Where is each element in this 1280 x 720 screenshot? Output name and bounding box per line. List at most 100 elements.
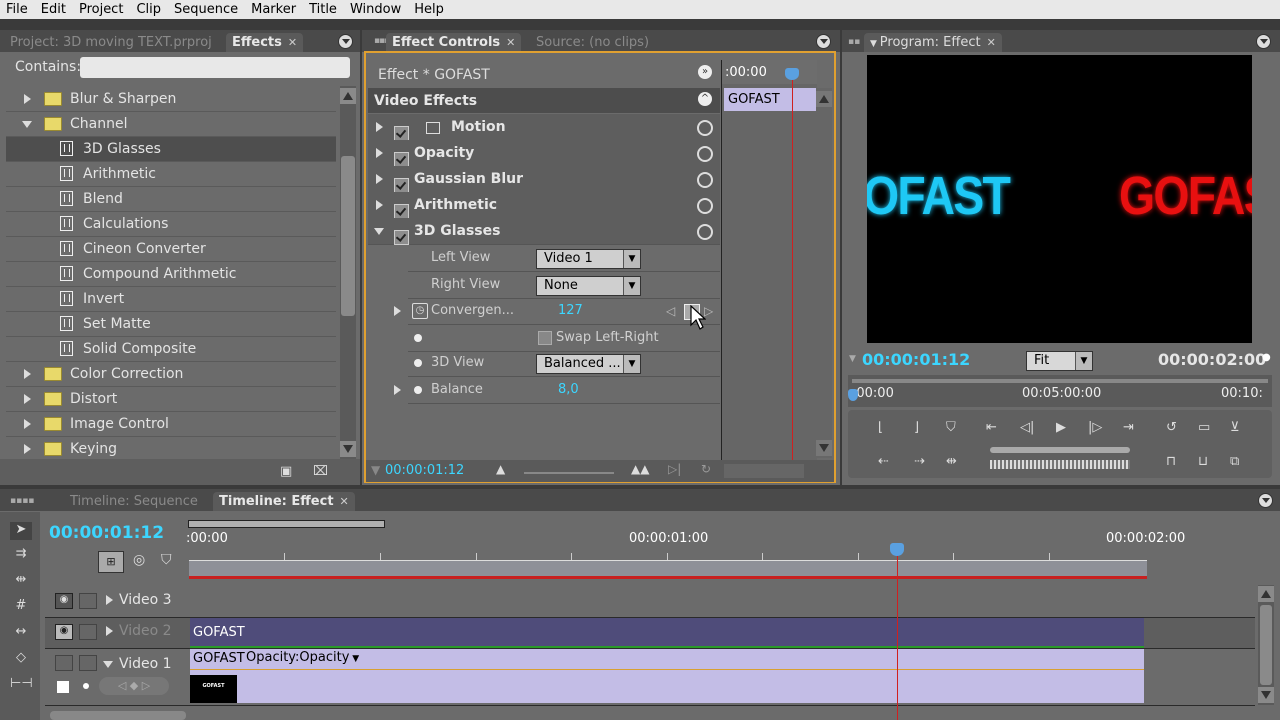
effect-enable-checkbox[interactable] bbox=[394, 177, 409, 193]
jog-wheel[interactable] bbox=[990, 460, 1130, 469]
clip-gofast-video-2[interactable]: GOFAST bbox=[190, 618, 1144, 648]
ec-timecode[interactable]: 00:00:01:12 bbox=[385, 463, 464, 478]
timeline-zoom-bar[interactable] bbox=[189, 560, 1147, 576]
contains-search-input[interactable] bbox=[80, 57, 350, 78]
effects-scrollbar[interactable] bbox=[340, 86, 356, 459]
shuttle-slider[interactable] bbox=[990, 447, 1130, 453]
ripple-edit-tool-icon[interactable]: ⇹ bbox=[10, 572, 32, 590]
scroll-up-icon[interactable] bbox=[1258, 586, 1274, 602]
scroll-up-icon[interactable] bbox=[816, 91, 832, 107]
expand-icon[interactable] bbox=[376, 174, 383, 184]
play-in-to-out-icon[interactable]: ⇹ bbox=[946, 454, 957, 469]
clip-gofast-video-1[interactable]: GOFAST Opacity:Opacity ▼ GOFAST bbox=[190, 649, 1144, 703]
slip-tool-icon[interactable]: ⊢⊣ bbox=[10, 676, 33, 694]
go-to-next-marker-icon[interactable]: ⇢ bbox=[914, 454, 925, 469]
step-forward-icon[interactable]: |▷ bbox=[1088, 420, 1102, 435]
play-audio-icon[interactable]: ▷| bbox=[668, 462, 681, 476]
loop-icon[interactable]: ↺ bbox=[1166, 420, 1177, 435]
expand-icon[interactable] bbox=[106, 626, 113, 636]
menu-clip[interactable]: Clip bbox=[130, 2, 168, 17]
effect-row-3d-glasses[interactable]: 3D Glasses bbox=[368, 218, 720, 245]
go-to-prev-marker-icon[interactable]: ⇠ bbox=[878, 454, 889, 469]
playhead-handle-icon[interactable] bbox=[848, 389, 858, 401]
effect-enable-checkbox[interactable] bbox=[394, 151, 409, 167]
tab-program[interactable]: ▼ Program: Effect ✕ bbox=[864, 33, 1002, 52]
expand-icon[interactable] bbox=[24, 444, 31, 454]
zoom-out-icon[interactable]: ▲ bbox=[496, 462, 505, 476]
expand-icon[interactable] bbox=[24, 369, 31, 379]
ec-mini-ruler[interactable]: :00:00 bbox=[722, 60, 817, 84]
menu-help[interactable]: Help bbox=[408, 2, 451, 17]
scroll-down-icon[interactable] bbox=[340, 441, 356, 457]
collapse-icon[interactable]: ^ bbox=[698, 92, 712, 106]
tab-timeline-effect[interactable]: Timeline: Effect ✕ bbox=[213, 492, 355, 511]
go-to-in-icon[interactable]: ⇤ bbox=[986, 420, 997, 435]
reset-icon[interactable] bbox=[697, 172, 713, 188]
toggle-timeline-icon[interactable]: » bbox=[698, 65, 712, 79]
reset-icon[interactable] bbox=[697, 198, 713, 214]
output-icon[interactable]: ⊻ bbox=[1230, 420, 1240, 435]
rolling-edit-tool-icon[interactable]: # bbox=[10, 598, 32, 616]
clip-fx-menu[interactable]: Opacity:Opacity ▼ bbox=[246, 649, 359, 667]
collapse-icon[interactable] bbox=[22, 121, 32, 128]
swap-left-right-checkbox[interactable] bbox=[538, 331, 552, 345]
safe-margins-icon[interactable]: ▭ bbox=[1198, 420, 1210, 435]
tab-effect-controls[interactable]: Effect Controls ✕ bbox=[386, 33, 522, 52]
extract-icon[interactable]: ⊔ bbox=[1198, 454, 1208, 469]
convergence-value[interactable]: 127 bbox=[558, 298, 583, 324]
scroll-thumb[interactable] bbox=[341, 156, 355, 316]
effects-item[interactable]: Invert bbox=[6, 287, 336, 312]
menu-file[interactable]: File bbox=[0, 2, 35, 17]
grip-icon[interactable]: ▪▪▪▪ bbox=[10, 496, 34, 506]
close-icon[interactable]: ✕ bbox=[288, 36, 297, 49]
trim-icon[interactable]: ⧉ bbox=[1230, 454, 1239, 469]
menu-window[interactable]: Window bbox=[344, 2, 408, 17]
program-ruler[interactable]: :00:00 00:05:00:00 00:10: bbox=[848, 375, 1272, 407]
expand-icon[interactable] bbox=[376, 122, 383, 132]
new-bin-icon[interactable]: ▣ bbox=[280, 464, 292, 479]
monitor-options-icon[interactable]: ● bbox=[1262, 352, 1271, 363]
play-icon[interactable]: ▶ bbox=[1056, 420, 1066, 435]
grip-icon[interactable]: ▪▪ bbox=[848, 37, 860, 47]
zoom-in-icon[interactable]: ▲▲ bbox=[631, 462, 649, 476]
eye-icon[interactable]: ◉ bbox=[55, 593, 73, 609]
playhead-handle-icon[interactable] bbox=[785, 68, 799, 80]
scroll-down-icon[interactable] bbox=[816, 440, 832, 456]
set-marker-icon[interactable]: ⛉ bbox=[946, 420, 956, 435]
effect-row-gaussian-blur[interactable]: Gaussian Blur bbox=[368, 166, 720, 193]
snap-icon[interactable]: ⊞ bbox=[98, 551, 124, 573]
effects-item[interactable]: Set Matte bbox=[6, 312, 336, 337]
effects-item[interactable]: Cineon Converter bbox=[6, 237, 336, 262]
fit-select[interactable]: Fit bbox=[1026, 351, 1093, 371]
expand-icon[interactable] bbox=[376, 200, 383, 210]
lift-icon[interactable]: ⊓ bbox=[1166, 454, 1176, 469]
scroll-up-icon[interactable] bbox=[340, 88, 356, 104]
lock-toggle[interactable] bbox=[79, 593, 97, 609]
effects-folder[interactable]: Distort bbox=[6, 387, 336, 412]
menu-marker[interactable]: Marker bbox=[245, 2, 303, 17]
go-to-out-icon[interactable]: ⇥ bbox=[1123, 420, 1134, 435]
ec-scrollbar[interactable] bbox=[816, 88, 832, 458]
lock-toggle[interactable] bbox=[79, 655, 97, 671]
menu-title[interactable]: Title bbox=[303, 2, 344, 17]
effect-row-arithmetic[interactable]: Arithmetic bbox=[368, 192, 720, 219]
razor-tool-icon[interactable]: ◇ bbox=[10, 650, 32, 668]
display-style-icon[interactable] bbox=[57, 681, 69, 693]
show-keyframes-icon[interactable] bbox=[83, 683, 89, 689]
close-icon[interactable]: ✕ bbox=[987, 36, 996, 49]
ec-h-scrollbar[interactable] bbox=[724, 464, 804, 478]
menu-edit[interactable]: Edit bbox=[35, 2, 73, 17]
3d-view-select[interactable]: Balanced ... bbox=[536, 354, 641, 374]
tab-dropdown-icon[interactable]: ▼ bbox=[870, 39, 880, 49]
tab-effects[interactable]: Effects ✕ bbox=[226, 33, 304, 52]
program-timecode[interactable]: 00:00:01:12 bbox=[862, 350, 970, 369]
effect-row-opacity[interactable]: Opacity bbox=[368, 140, 720, 167]
timeline-zoom-slider[interactable] bbox=[50, 711, 186, 720]
expand-icon[interactable] bbox=[24, 419, 31, 429]
effects-item[interactable]: Solid Composite bbox=[6, 337, 336, 362]
tab-timeline-sequence[interactable]: Timeline: Sequence bbox=[64, 492, 204, 511]
effects-item[interactable]: Calculations bbox=[6, 212, 336, 237]
right-view-select[interactable]: None bbox=[536, 276, 641, 296]
balance-value[interactable]: 8,0 bbox=[558, 377, 579, 403]
eye-toggle[interactable] bbox=[55, 655, 73, 671]
